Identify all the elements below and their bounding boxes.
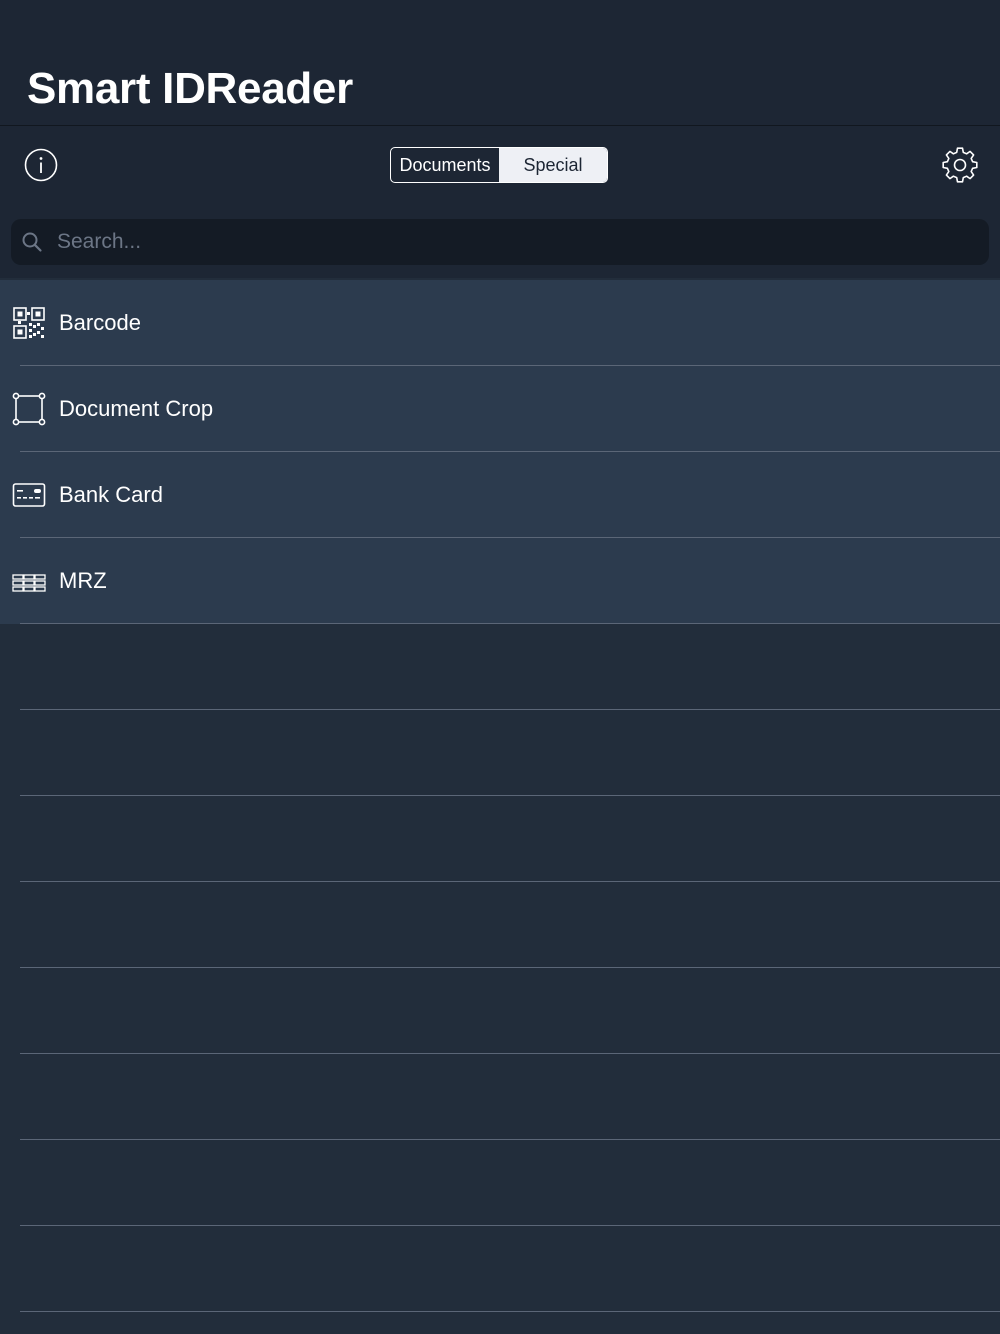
list-item-label: Document Crop (59, 396, 214, 421)
info-button[interactable] (24, 148, 58, 182)
list-item-mrz[interactable]: MRZ (0, 538, 1000, 624)
bank-card-icon (12, 483, 46, 507)
empty-row (0, 624, 1000, 710)
segment-special[interactable]: Special (499, 148, 607, 182)
gear-icon (942, 147, 978, 183)
info-circle-icon (24, 148, 58, 182)
empty-row (0, 882, 1000, 968)
search-bar[interactable] (11, 219, 989, 265)
segmented-control: Documents Special (390, 147, 608, 183)
search-icon (22, 232, 42, 252)
empty-row (0, 1226, 1000, 1312)
nav-divider (0, 125, 1000, 126)
qr-code-icon (13, 307, 45, 339)
list-item-bank-card[interactable]: Bank Card (0, 452, 1000, 538)
settings-button[interactable] (942, 147, 978, 183)
empty-list-area (0, 624, 1000, 1312)
special-document-list: Barcode Document Crop Bank Card MRZ (0, 280, 1000, 624)
crop-frame-icon (12, 392, 46, 426)
list-item-label: Barcode (59, 310, 141, 335)
list-item-barcode[interactable]: Barcode (0, 280, 1000, 366)
mrz-icon (12, 574, 46, 592)
empty-row (0, 710, 1000, 796)
empty-row (0, 1054, 1000, 1140)
list-item-document-crop[interactable]: Document Crop (0, 366, 1000, 452)
search-input[interactable] (55, 229, 959, 255)
empty-row (0, 796, 1000, 882)
navigation-bar: Smart IDReader Documents Special (0, 0, 1000, 278)
list-item-label: MRZ (59, 568, 107, 593)
page-title: Smart IDReader (27, 64, 353, 113)
segment-documents[interactable]: Documents (391, 148, 499, 182)
empty-row (0, 968, 1000, 1054)
empty-row (0, 1140, 1000, 1226)
list-item-label: Bank Card (59, 482, 163, 507)
